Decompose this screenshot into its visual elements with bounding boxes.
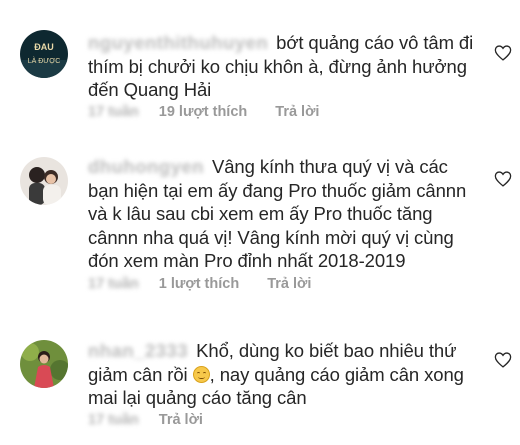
comment-time: 17 tuần [88, 276, 139, 292]
avatar-image [20, 340, 68, 388]
reply-button[interactable]: Trả lời [275, 104, 319, 120]
avatar[interactable] [20, 157, 68, 205]
heart-icon[interactable] [494, 352, 512, 368]
username[interactable]: dhuhongyen [88, 155, 204, 179]
comment-meta: 17 tuần Trả lời [88, 412, 203, 428]
avatar-image: ĐAU LÀ ĐƯỢC [20, 30, 68, 78]
avatar[interactable]: ĐAU LÀ ĐƯỢC [20, 30, 68, 78]
avatar-text-top: ĐAU [34, 42, 54, 52]
comment-meta: 17 tuần 19 lượt thích Trả lời [88, 104, 319, 120]
smiling-face-icon [192, 365, 210, 383]
username[interactable]: nhan_2333 [88, 339, 188, 363]
like-count-link[interactable]: 19 lượt thích [159, 104, 248, 120]
comment-time: 17 tuần [88, 104, 139, 120]
username[interactable]: nguyenthithuhuyen [88, 31, 268, 55]
avatar-text-bottom: LÀ ĐƯỢC [28, 56, 61, 65]
comment-time: 17 tuần [88, 412, 139, 428]
comment-body: dhuhongyen Vâng kính thưa quý vị và các b… [88, 155, 483, 273]
reply-button[interactable]: Trả lời [159, 412, 203, 428]
comment-body: nhan_2333 Khổ, dùng ko biết bao nhiêu thứ… [88, 339, 483, 410]
heart-icon[interactable] [494, 45, 512, 61]
heart-icon[interactable] [494, 171, 512, 187]
comment-meta: 17 tuần 1 lượt thích Trả lời [88, 276, 311, 292]
like-count-link[interactable]: 1 lượt thích [159, 276, 239, 292]
comment-body: nguyenthithuhuyen bớt quảng cáo vô tâm đi… [88, 31, 483, 102]
avatar-image [20, 157, 68, 205]
avatar[interactable] [20, 340, 68, 388]
reply-button[interactable]: Trả lời [267, 276, 311, 292]
